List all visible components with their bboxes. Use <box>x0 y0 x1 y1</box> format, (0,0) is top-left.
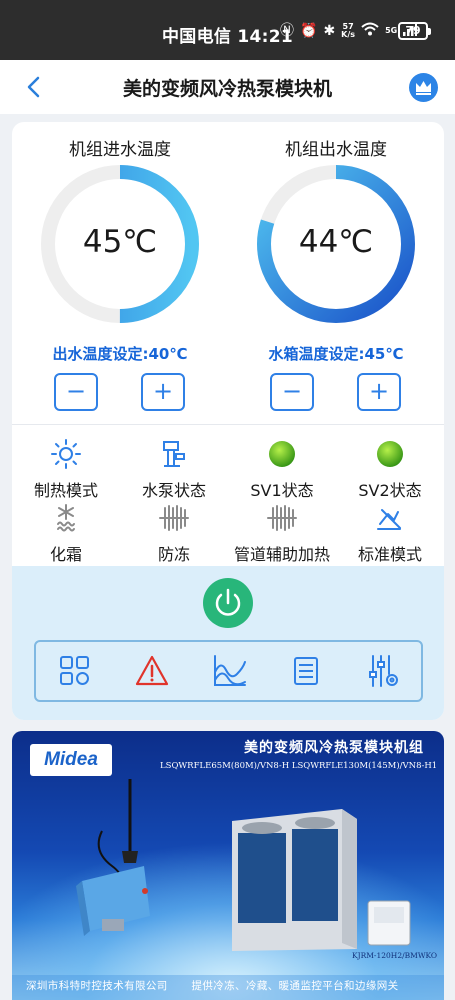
control-panel <box>12 566 444 720</box>
tank-setpoint-decrease-button[interactable]: − <box>270 373 314 411</box>
sun-icon <box>51 439 81 469</box>
page-title: 美的变频风冷热泵模块机 <box>122 78 332 100</box>
status-heating-mode: 制热模式 <box>12 438 120 501</box>
status-pump: 水泵状态 <box>120 438 228 501</box>
status-label: 制热模式 <box>33 481 98 500</box>
pump-icon <box>163 441 185 467</box>
status-antifreeze: 防冻 <box>120 502 228 565</box>
tank-setpoint-increase-button[interactable]: + <box>357 373 401 411</box>
carrier-time: 中国电信 14:21 <box>162 27 294 47</box>
nfc-icon: Ⓝ <box>280 23 294 39</box>
wifi-icon <box>361 22 379 40</box>
status-label: SV2状态 <box>358 481 422 500</box>
crown-icon <box>416 81 431 95</box>
signal-label: 5G <box>385 26 398 35</box>
outlet-setpoint-increase-button[interactable]: + <box>141 373 185 411</box>
product-banner[interactable]: Midea 美的变频风冷热泵模块机组 LSQWRFLE65M(80M)/VN8-… <box>12 731 444 1000</box>
banner-models: LSQWRFLE65M(80M)/VN8-H LSQWRFLE130M(145M… <box>160 761 438 771</box>
status-sv1: SV1状态 <box>228 438 336 501</box>
settings-button[interactable] <box>364 652 402 690</box>
green-indicator-icon <box>269 441 295 467</box>
pipe-heater-icon <box>267 505 297 531</box>
green-indicator-icon <box>377 441 403 467</box>
outlet-temp-value: 44℃ <box>298 224 374 260</box>
status-sv2: SV2状态 <box>336 438 444 501</box>
status-label: SV1状态 <box>250 481 314 500</box>
power-button[interactable] <box>203 578 253 628</box>
status-standard-mode: 标准模式 <box>336 502 444 565</box>
net-speed-unit: K/s <box>341 30 356 39</box>
bluetooth-icon: ✱ <box>323 23 336 39</box>
overview-button[interactable] <box>56 652 94 690</box>
log-button[interactable] <box>287 652 325 690</box>
status-label: 防冻 <box>157 545 190 564</box>
list-icon <box>293 657 318 685</box>
alarm-button[interactable] <box>133 652 171 690</box>
nav-bar: 美的变频风冷热泵模块机 <box>0 60 455 114</box>
heat-pump-unit <box>232 809 357 951</box>
function-toolbar <box>34 640 423 702</box>
status-label: 管道辅助加热 <box>233 545 330 564</box>
status-bar: 中国电信 14:21 Ⓝ ⏰ ✱ 57 K/s 5G 79 <box>0 0 455 60</box>
status-label: 标准模式 <box>357 545 422 564</box>
gateway-device <box>76 866 150 936</box>
grid-icon <box>59 656 89 685</box>
status-defrost: 化霜 <box>12 502 120 565</box>
divider <box>12 424 444 425</box>
banner-tagline: 提供冷冻、冷藏、暖通监控平台和边缘网关 <box>191 980 399 992</box>
chart-button[interactable] <box>210 652 248 690</box>
status-icons: Ⓝ ⏰ ✱ 57 K/s 5G <box>280 22 418 40</box>
outlet-setpoint-label: 出水温度设定:40℃ <box>52 345 188 363</box>
alarm-icon <box>135 655 168 686</box>
standard-mode-icon <box>377 509 401 530</box>
power-icon <box>215 588 241 616</box>
vip-button[interactable] <box>409 73 438 102</box>
outlet-setpoint-decrease-button[interactable]: − <box>54 373 98 411</box>
banner-footer: 深圳市科特时控技术有限公司 提供冷冻、冷藏、暖通监控平台和边缘网关 <box>12 975 444 1000</box>
battery-icon: 79 <box>398 22 431 40</box>
tank-setpoint-label: 水箱温度设定:45℃ <box>268 345 404 363</box>
monitor-card: 机组进水温度 45℃ 机组出水温度 44℃ 出水温度设定:40℃ 水箱温度设定:… <box>12 122 444 720</box>
status-label: 化霜 <box>49 545 82 564</box>
antifreeze-icon <box>159 505 189 531</box>
banner-title: 美的变频风冷热泵模块机组 <box>244 740 424 756</box>
banner-company: 深圳市科特时控技术有限公司 <box>26 980 168 992</box>
wall-controller <box>367 900 411 946</box>
gauge-outlet-label: 机组出水温度 <box>285 140 387 160</box>
net-speed: 57 K/s <box>341 23 355 39</box>
alarm-clock-icon: ⏰ <box>300 23 318 39</box>
chart-icon <box>213 655 246 686</box>
status-pipe-heater: 管道辅助加热 <box>228 502 336 565</box>
status-label: 水泵状态 <box>141 481 206 500</box>
banner-device-model: KJRM-120H2/BMWKO <box>352 951 438 960</box>
settings-sliders-icon <box>368 655 398 687</box>
inlet-temp-value: 45℃ <box>82 224 158 260</box>
defrost-icon <box>57 504 75 532</box>
midea-logo: Midea <box>30 744 112 776</box>
gauge-inlet-label: 机组进水温度 <box>69 140 171 160</box>
